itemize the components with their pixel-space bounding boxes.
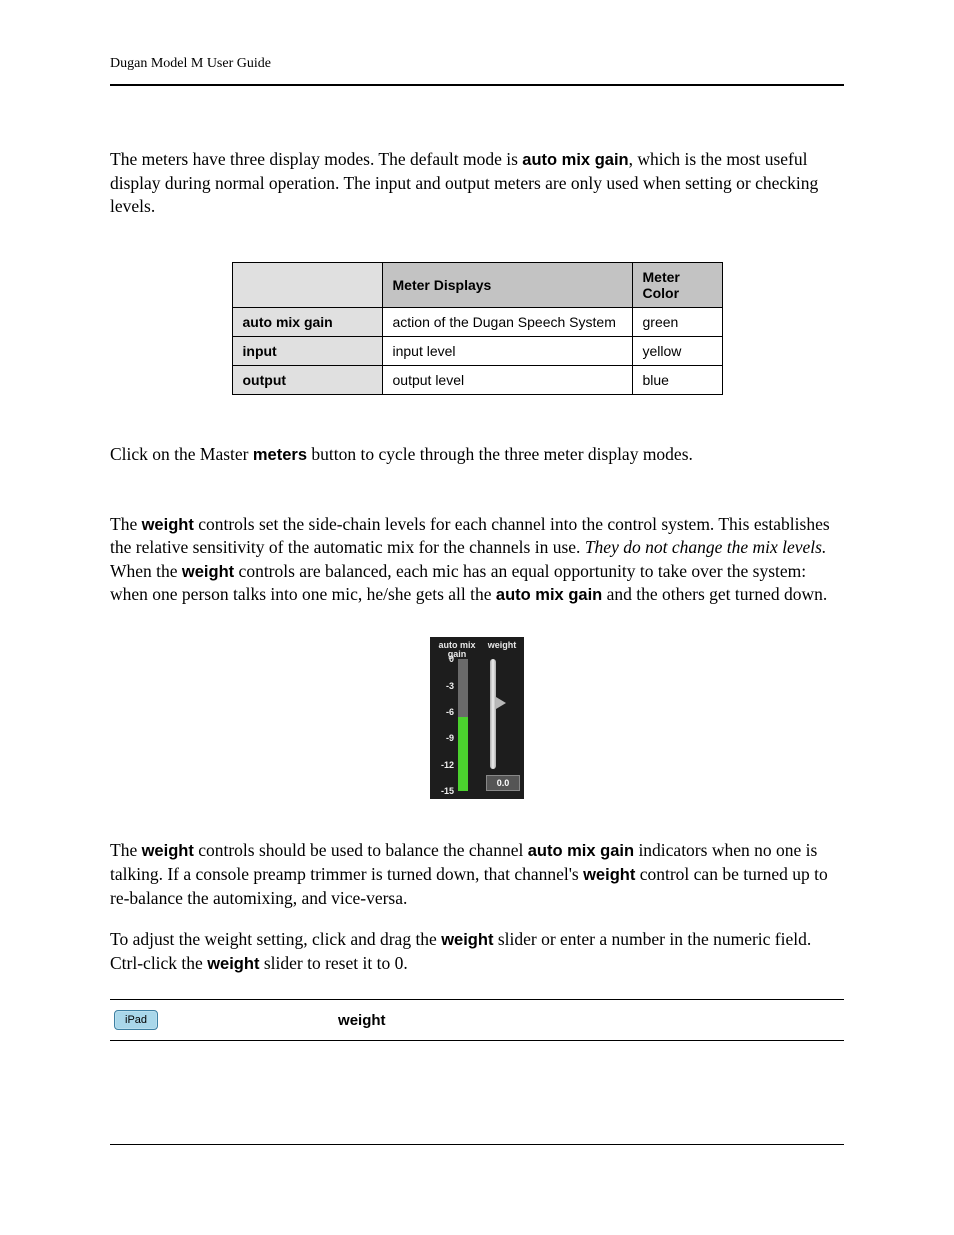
tick: -12 [434,760,454,770]
row-displays: output level [382,365,632,394]
bold-weight: weight [441,931,493,949]
table-header-row: Meter Displays Meter Color [232,262,722,307]
italic-note: They do not change the mix levels. [585,537,827,557]
bold-meters: meters [253,446,307,464]
row-label: input [232,336,382,365]
paragraph-weight-balance: The weight controls should be used to ba… [110,839,844,910]
paragraph-weight-intro: The weight controls set the side-chain l… [110,513,844,607]
text: The [110,514,142,534]
bold-weight: weight [182,563,234,581]
text: The meters have three display modes. The… [110,149,522,169]
paragraph-meters-click: Click on the Master meters button to cyc… [110,443,844,467]
meter-scale-ticks: 0 -3 -6 -9 -12 -15 [434,659,454,791]
table-row: output output level blue [232,365,722,394]
row-label: auto mix gain [232,307,382,336]
text: The [110,840,142,860]
row-label: output [232,365,382,394]
table-row: input input level yellow [232,336,722,365]
table-header-empty [232,262,382,307]
text: slider to reset it to 0. [259,953,407,973]
bold-auto-mix-gain: auto mix gain [528,842,634,860]
bold-weight: weight [142,516,194,534]
tick: -9 [434,733,454,743]
bold-auto-mix-gain: auto mix gain [496,586,602,604]
ipad-note-row: iPad weight [110,999,844,1041]
text: button to cycle through the three meter … [307,444,693,464]
meter-display-table: Meter Displays Meter Color auto mix gain… [232,262,723,395]
footer-rule [110,1144,844,1145]
text: Click on the Master [110,444,253,464]
bold-weight: weight [207,955,259,973]
bold-auto-mix-gain: auto mix gain [522,151,628,169]
table-header-color: Meter Color [632,262,722,307]
figure-label-weight: weight [484,641,520,659]
weight-slider-track[interactable] [490,659,496,769]
tick: 0 [434,654,454,664]
running-header: Dugan Model M User Guide [110,56,844,86]
row-color: yellow [632,336,722,365]
text: When the [110,561,182,581]
text: To adjust the weight setting, click and … [110,929,441,949]
tick: -6 [434,707,454,717]
table-row: auto mix gain action of the Dugan Speech… [232,307,722,336]
weight-meter-figure: auto mix gain weight 0 -3 -6 -9 -12 -15 … [430,637,524,799]
ipad-note-text: weight [338,1012,386,1029]
tick: -15 [434,786,454,796]
bold-weight: weight [583,866,635,884]
ipad-badge: iPad [114,1010,158,1030]
text: controls should be used to balance the c… [194,840,528,860]
row-displays: action of the Dugan Speech System [382,307,632,336]
gain-meter-fill [458,717,468,791]
weight-readout[interactable]: 0.0 [486,775,520,791]
tick: -3 [434,681,454,691]
row-color: blue [632,365,722,394]
row-color: green [632,307,722,336]
table-header-displays: Meter Displays [382,262,632,307]
paragraph-meters-intro: The meters have three display modes. The… [110,148,844,218]
row-displays: input level [382,336,632,365]
text: and the others get turned down. [602,584,827,604]
bold-weight: weight [142,842,194,860]
paragraph-weight-adjust: To adjust the weight setting, click and … [110,928,844,976]
weight-slider-thumb[interactable] [496,697,506,709]
